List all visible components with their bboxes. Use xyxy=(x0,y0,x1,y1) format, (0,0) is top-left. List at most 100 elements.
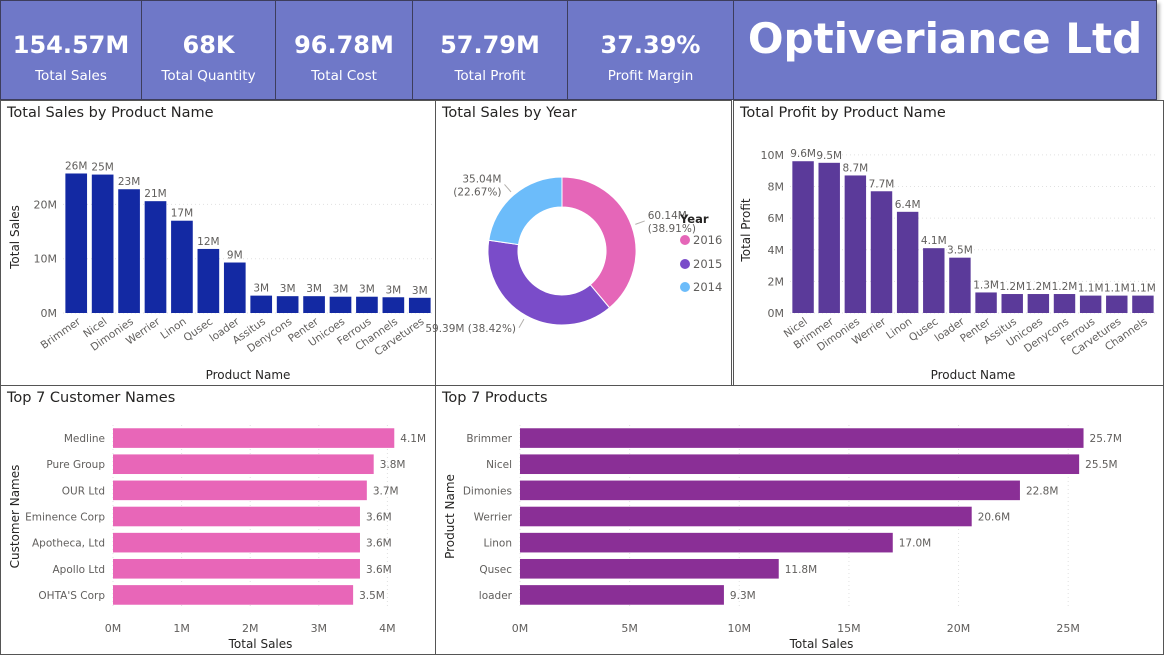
legend-item-2015[interactable]: 2015 xyxy=(680,257,722,271)
x-tick-label: 5M xyxy=(621,622,638,635)
top-products-chart[interactable]: Top 7 Products 0M 5M 10M 15M 20M 25M 25.7M Brim… xyxy=(435,385,1164,655)
y-axis-title: Total Sales xyxy=(8,205,22,270)
company-banner: Optiveriance Ltd xyxy=(733,0,1157,100)
data-label: 21M xyxy=(144,188,166,200)
bar xyxy=(975,292,997,313)
data-label: 17M xyxy=(171,208,193,220)
data-label: 3.6M xyxy=(366,564,392,576)
data-label: 3M xyxy=(412,285,428,297)
legend-item-2014[interactable]: 2014 xyxy=(680,280,722,294)
y-tick-label: 10M xyxy=(761,149,785,162)
kpi-label: Total Cost xyxy=(311,68,377,84)
bar xyxy=(250,295,273,313)
y-tick-label: 6M xyxy=(768,212,785,225)
bar xyxy=(520,558,779,579)
y-tick-label: 10M xyxy=(34,253,58,266)
x-axis-title: Total Sales xyxy=(789,637,854,651)
data-label: 22.8M xyxy=(1026,485,1058,497)
y-tick-label: Medline xyxy=(64,433,105,445)
data-label: 3.5M xyxy=(359,590,385,602)
data-label: 9.6M xyxy=(790,148,816,160)
profit-by-product-chart[interactable]: Total Profit by Product Name 0M 2M 4M 6M 8M 1… xyxy=(733,100,1164,386)
bar xyxy=(303,296,325,313)
data-label: 3M xyxy=(359,284,375,296)
kpi-value: 37.39% xyxy=(600,31,701,59)
y-tick-label: 4M xyxy=(768,244,785,257)
leader-line xyxy=(635,220,645,225)
profit-by-product-svg: 0M2M4M6M8M10M 9.6MNicel9.5MBrimmer8.7MDim… xyxy=(739,148,1156,382)
top-customers-svg: 0M 1M 2M 3M 4M 4.1M Medline 3.8M Pure Group 3.7M O… xyxy=(8,425,426,651)
top-customers-chart[interactable]: Top 7 Customer Names 0M 1M 2M 3M 4M 4.1M Medli… xyxy=(0,385,436,655)
data-label: 17.0M xyxy=(899,538,931,550)
bar xyxy=(382,297,405,313)
data-label: 1.1M xyxy=(1078,283,1104,295)
bar xyxy=(1132,295,1154,313)
data-label: 3M xyxy=(253,283,269,295)
bar xyxy=(1079,295,1102,313)
y-tick-label: OHTA'S Corp xyxy=(38,590,105,602)
legend-label: 2015 xyxy=(693,257,723,271)
y-axis-title: Total Profit xyxy=(739,198,753,262)
x-tick-label: Brimmer xyxy=(39,315,84,351)
top-products-svg: 0M 5M 10M 15M 20M 25M 25.7M Brimmer 25.5M Nicel 22… xyxy=(443,425,1122,651)
data-label: 59.39M (38.42%) xyxy=(425,323,516,335)
kpi-total-sales: 154.57M Total Sales xyxy=(0,0,142,100)
bar xyxy=(144,201,167,313)
kpi-value: 68K xyxy=(182,31,235,59)
bar xyxy=(923,248,945,313)
x-tick-label: 25M xyxy=(1056,622,1080,635)
bar xyxy=(896,211,919,313)
bar xyxy=(520,532,893,553)
bar xyxy=(520,585,724,605)
data-label: 7.7M xyxy=(869,178,895,190)
y-tick-label: 0M xyxy=(41,307,58,320)
kpi-value: 57.79M xyxy=(440,31,540,59)
y-tick-label: OUR Ltd xyxy=(62,485,105,497)
bar xyxy=(113,506,360,527)
bar xyxy=(792,161,814,313)
x-tick-label: 1M xyxy=(173,622,190,635)
data-label: 25.7M xyxy=(1090,433,1122,445)
y-tick-label: loader xyxy=(479,590,513,602)
data-label: 1.1M xyxy=(1104,283,1130,295)
data-label: 6.4M xyxy=(895,199,921,211)
x-tick-label: 10M xyxy=(728,622,752,635)
y-tick-label: Brimmer xyxy=(466,433,512,445)
kpi-label: Total Profit xyxy=(454,68,526,84)
bar xyxy=(65,173,88,313)
sales-by-product-chart[interactable]: Total Sales by Product Name 0M 10M 20M 26M B… xyxy=(0,100,436,386)
data-label: 3.5M xyxy=(947,245,973,257)
data-label: 20.6M xyxy=(978,512,1010,524)
bar xyxy=(113,454,374,475)
sales-by-year-chart[interactable]: Total Sales by Year 60.14M (38.91%) 59.39M… xyxy=(425,100,732,386)
kpi-label: Total Sales xyxy=(35,68,107,84)
data-label: 26M xyxy=(65,160,87,172)
data-label: 12M xyxy=(197,236,219,248)
bar xyxy=(118,189,140,313)
kpi-value: 154.57M xyxy=(12,31,130,59)
bar xyxy=(276,296,299,313)
data-label: 11.8M xyxy=(785,564,817,576)
bar xyxy=(949,257,971,313)
bar xyxy=(113,532,360,553)
x-tick-label: 15M xyxy=(837,622,861,635)
data-label: 35.04M xyxy=(462,173,501,185)
data-label: 23M xyxy=(118,176,140,188)
kpi-total-quantity: 68K Total Quantity xyxy=(141,0,276,100)
y-tick-label: Pure Group xyxy=(46,459,105,471)
data-label: 3M xyxy=(333,284,349,296)
legend-swatch xyxy=(680,259,690,269)
bar xyxy=(520,428,1084,448)
legend-label: 2016 xyxy=(693,233,723,247)
bar xyxy=(1027,294,1050,313)
legend-item-2016[interactable]: 2016 xyxy=(680,233,722,247)
x-axis-title: Total Sales xyxy=(228,637,293,651)
y-tick-label: 20M xyxy=(34,198,58,211)
data-label: 4.1M xyxy=(921,235,947,247)
y-tick-label: Apollo Ltd xyxy=(53,564,106,576)
sales-by-product-svg: 0M10M20M26MBrimmer25MNicel23MDimonies21M… xyxy=(8,160,433,382)
legend-swatch xyxy=(680,282,690,292)
legend-title: Year xyxy=(680,212,709,226)
bar xyxy=(171,220,193,313)
x-axis-title: Product Name xyxy=(931,368,1016,382)
